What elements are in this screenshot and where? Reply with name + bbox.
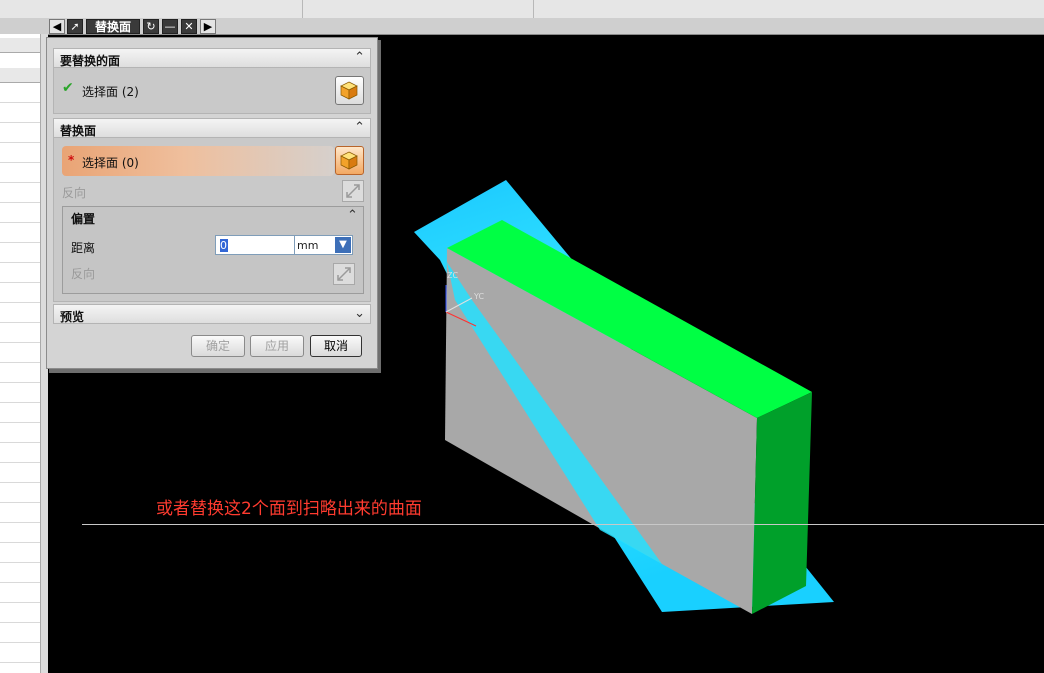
select-face-button[interactable] (335, 76, 364, 105)
chevron-down-icon[interactable]: ▼ (335, 237, 351, 253)
reverse-direction-button[interactable] (342, 180, 364, 202)
distance-input[interactable]: 0 (215, 235, 295, 255)
unit-label: mm (297, 239, 319, 252)
chevron-up-icon[interactable]: ⌃ (354, 50, 365, 65)
offset-header[interactable]: 偏置 (71, 210, 95, 227)
distance-value: 0 (220, 239, 228, 252)
cancel-button[interactable]: 取消 (310, 335, 362, 357)
zc-axis-label: ZC (447, 271, 459, 280)
annotation-text: 或者替换这2个面到扫略出来的曲面 (156, 499, 422, 519)
block-side-face[interactable] (752, 392, 812, 614)
checkmark-icon: ✔ (62, 80, 74, 96)
cube-select-icon (340, 151, 358, 170)
required-mark: * (68, 153, 75, 167)
reverse-direction-label: 反向 (71, 267, 96, 281)
reverse-arrows-icon (337, 267, 351, 281)
apply-button[interactable]: 应用 (250, 335, 304, 357)
chevron-down-icon[interactable]: ⌄ (354, 306, 365, 321)
cube-select-icon (340, 81, 358, 100)
dialog-shadow (49, 369, 379, 373)
reverse-arrows-icon (346, 184, 360, 198)
ok-button[interactable]: 确定 (191, 335, 245, 357)
select-face-label[interactable]: 选择面 (0) (82, 154, 139, 171)
select-face-button[interactable] (335, 146, 364, 175)
faces-to-replace-header[interactable]: 要替换的面 ⌃ (53, 48, 371, 68)
group-title: 替换面 (60, 124, 97, 138)
reverse-direction-label: 反向 (62, 186, 87, 200)
select-face-label[interactable]: 选择面 (2) (82, 83, 139, 100)
group-title: 预览 (60, 310, 85, 324)
unit-dropdown[interactable]: mm ▼ (295, 235, 353, 255)
preview-header[interactable]: 预览 ⌄ (53, 304, 371, 324)
faces-to-replace-body: ✔ 选择面 (2) (53, 68, 371, 114)
datum-line (82, 524, 1044, 525)
replacement-face-header[interactable]: 替换面 ⌃ (53, 118, 371, 138)
dialog-shadow (378, 40, 381, 373)
group-title: 要替换的面 (60, 54, 121, 68)
distance-label: 距离 (71, 241, 96, 255)
chevron-up-icon[interactable]: ⌃ (347, 208, 358, 223)
replace-face-dialog: 要替换的面 ⌃ ✔ 选择面 (2) 替换面 ⌃ * 选择面 (0) 反向 偏置 … (46, 37, 378, 369)
chevron-up-icon[interactable]: ⌃ (354, 120, 365, 135)
replacement-face-body: * 选择面 (0) 反向 偏置 ⌃ 距离 0 mm ▼ 反向 (53, 138, 371, 302)
offset-subgroup: 偏置 ⌃ 距离 0 mm ▼ 反向 (62, 206, 364, 294)
reverse-direction-button[interactable] (333, 263, 355, 285)
yc-axis-label: YC (474, 292, 485, 301)
